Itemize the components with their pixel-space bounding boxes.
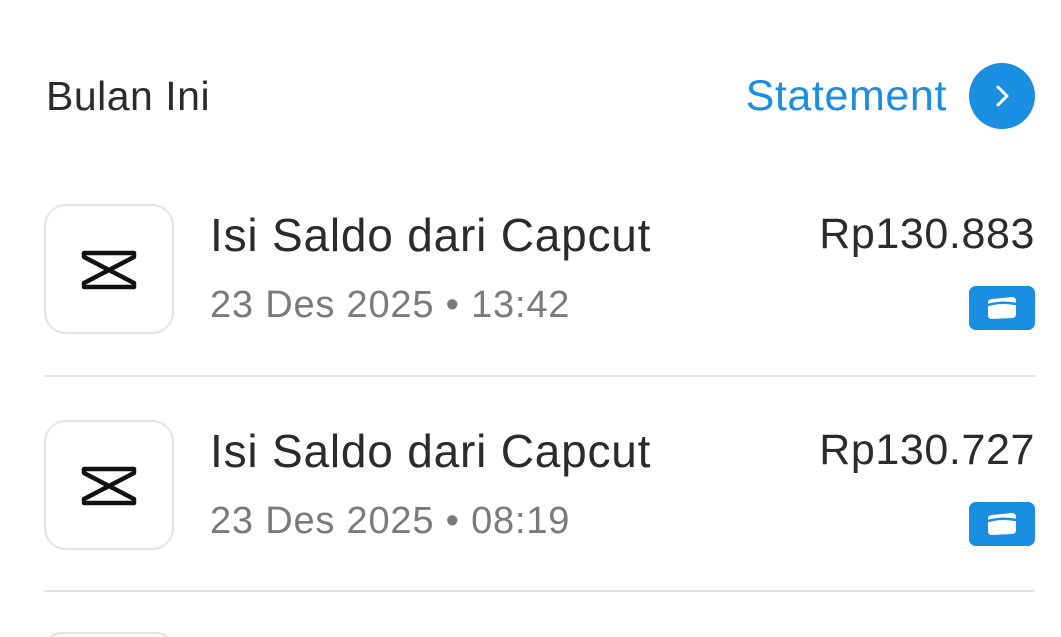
capcut-icon [44,204,174,334]
capcut-icon [44,420,174,550]
wallet-icon [969,286,1035,330]
transaction-row[interactable]: Isi Saldo dari Capcut 23 Des 2025 • 08:1… [44,376,1035,592]
transaction-datetime: 23 Des 2025 • 08:19 [210,500,571,542]
transaction-history-page: Bulan Ini Statement Isi Saldo dari Capcu… [0,0,1061,637]
transaction-amount: Rp130.727 [819,426,1035,474]
section-header: Bulan Ini Statement [46,62,1035,130]
transaction-title: Isi Saldo dari Capcut [210,425,652,477]
chevron-right-icon[interactable] [969,63,1035,129]
transaction-title: Isi Saldo dari Capcut [210,209,652,261]
wallet-icon [969,502,1035,546]
transaction-row[interactable]: Isi Saldo dari Capcut 23 Des 2025 • 13:4… [44,160,1035,376]
transaction-datetime: 23 Des 2025 • 13:42 [210,284,571,326]
statement-button[interactable]: Statement [746,63,1035,129]
transaction-amount: Rp130.883 [819,210,1035,258]
section-title: Bulan Ini [46,72,211,119]
next-transaction-icon-peek [46,632,172,637]
divider [44,590,1035,592]
statement-label[interactable]: Statement [746,72,947,121]
